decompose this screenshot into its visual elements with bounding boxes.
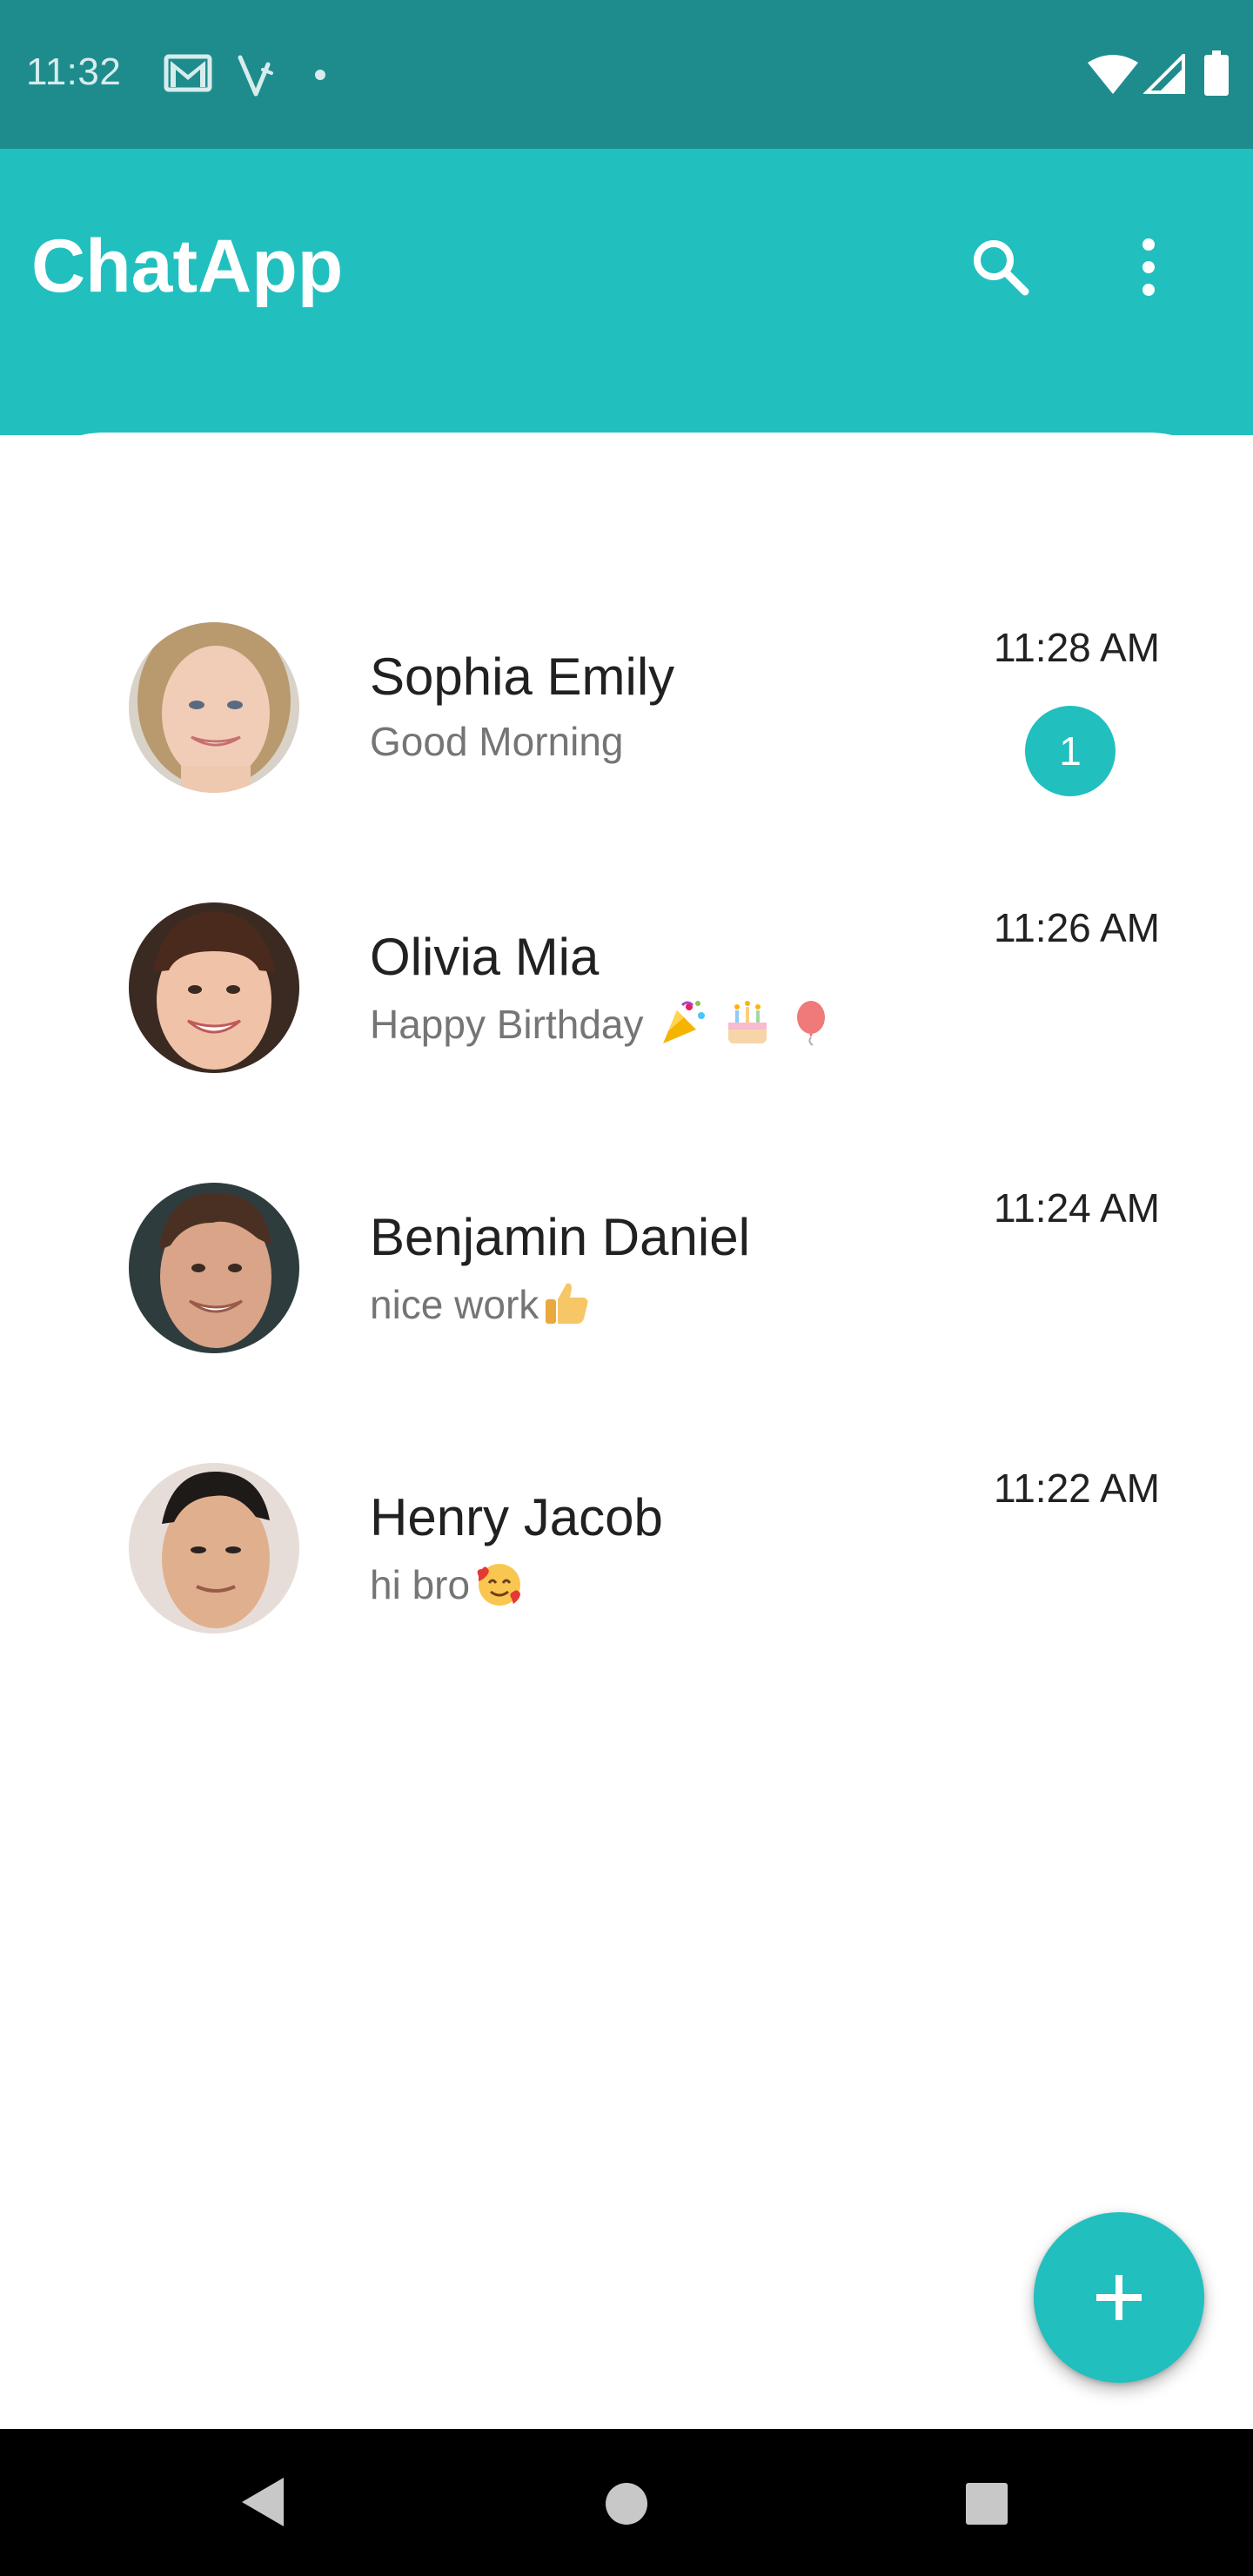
home-icon[interactable]: [604, 2481, 649, 2526]
chat-list-panel: Sophia Emily Good Morning 11:28 AM 1 Oli…: [0, 433, 1253, 2429]
more-options-button[interactable]: [1122, 232, 1175, 302]
message-time: 11:28 AM: [994, 625, 1160, 670]
chat-row-olivia-mia[interactable]: Olivia Mia Happy Birthday 11:26 AM: [0, 869, 1253, 1150]
message-time: 11:26 AM: [994, 905, 1160, 950]
last-message: hi bro: [370, 1559, 524, 1608]
back-icon[interactable]: [237, 2474, 289, 2530]
avatar: [129, 1183, 299, 1353]
message-time: 11:22 AM: [994, 1466, 1160, 1511]
chat-row-sophia-emily[interactable]: Sophia Emily Good Morning 11:28 AM 1: [0, 589, 1253, 869]
message-time: 11:24 AM: [994, 1185, 1160, 1231]
system-nav-bar: [0, 2429, 1253, 2576]
plus-icon: [1096, 2275, 1142, 2320]
avatar: [129, 622, 299, 793]
gmail-icon: [164, 54, 212, 92]
last-message: Happy Birthday: [370, 998, 835, 1048]
unread-count-badge: 1: [1025, 706, 1116, 796]
party-popper-icon: [663, 1001, 706, 1043]
dot-icon: [315, 70, 325, 80]
signal-icon: [1143, 54, 1185, 94]
last-message-text: Good Morning: [370, 719, 624, 764]
last-message-text: Happy Birthday: [370, 1002, 655, 1047]
last-message: nice work: [370, 1278, 591, 1328]
app-bar: ChatApp: [0, 149, 1253, 435]
chat-list: Sophia Emily Good Morning 11:28 AM 1 Oli…: [0, 589, 1253, 1710]
app-title: ChatApp: [31, 225, 344, 308]
antenna-icon: [238, 55, 273, 97]
balloon-icon: [796, 1001, 825, 1046]
contact-name: Henry Jacob: [370, 1488, 663, 1546]
battery-icon: [1204, 50, 1229, 96]
status-time: 11:32: [26, 50, 122, 93]
smiling-face-with-hearts-icon: [477, 1564, 521, 1606]
new-chat-fab[interactable]: [1034, 2212, 1204, 2383]
chat-row-benjamin-daniel[interactable]: Benjamin Daniel nice work 11:24 AM: [0, 1150, 1253, 1430]
more-vert-icon: [1142, 238, 1155, 296]
chat-row-henry-jacob[interactable]: Henry Jacob hi bro 11:22 AM: [0, 1430, 1253, 1710]
contact-name: Benjamin Daniel: [370, 1208, 750, 1266]
avatar: [129, 1463, 299, 1633]
last-message: Good Morning: [370, 718, 624, 765]
last-message-text: hi bro: [370, 1562, 471, 1607]
contact-name: Sophia Emily: [370, 647, 675, 706]
thumbs-up-icon: [546, 1283, 588, 1324]
contact-name: Olivia Mia: [370, 928, 600, 986]
last-message-text: nice work: [370, 1282, 539, 1327]
avatar: [129, 902, 299, 1073]
search-button[interactable]: [966, 232, 1035, 302]
wifi-icon: [1088, 55, 1138, 94]
birthday-cake-icon: [728, 1001, 767, 1043]
search-icon: [974, 240, 1029, 296]
recents-icon[interactable]: [964, 2481, 1009, 2526]
status-bar: 11:32: [0, 0, 1253, 149]
